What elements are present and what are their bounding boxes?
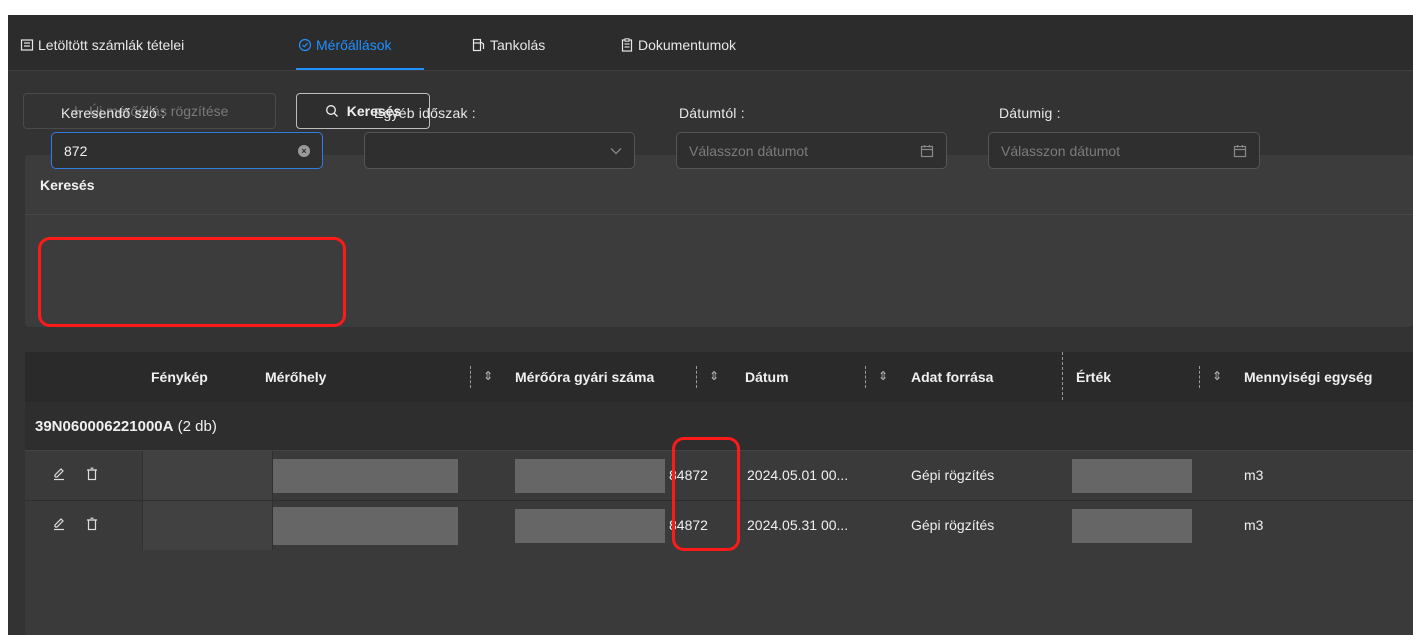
highlight-keyword-box — [38, 237, 346, 327]
date-from-placeholder: Válasszon dátumot — [689, 142, 809, 159]
edit-icon[interactable] — [52, 467, 66, 481]
group-label: 39N060006221000A (2 db) — [35, 418, 217, 435]
date-from-input[interactable]: Válasszon dátumot — [676, 132, 947, 169]
col-header-serial[interactable]: Mérőóra gyári száma — [515, 369, 654, 385]
source-cell: Gépi rögzítés — [911, 467, 995, 483]
redacted-location — [273, 459, 458, 493]
app-window: Letöltött számlák tételei Mérőállások Ta… — [8, 15, 1413, 635]
tab-label: Tankolás — [490, 37, 546, 53]
clear-icon[interactable]: × — [298, 144, 310, 157]
calendar-icon — [920, 144, 934, 157]
tab-label: Dokumentumok — [638, 37, 737, 53]
source-cell: Gépi rögzítés — [911, 517, 995, 533]
calendar-icon — [1233, 144, 1247, 157]
keyword-label: Keresendő szó : — [61, 105, 166, 121]
highlight-serial-match-box — [672, 437, 740, 551]
sort-icon[interactable]: ⇕ — [878, 369, 888, 383]
fuel-icon — [472, 38, 485, 52]
unit-cell: m3 — [1244, 467, 1264, 483]
invoice-list-icon — [20, 39, 34, 51]
tab-documents[interactable]: Dokumentumok — [620, 33, 736, 57]
keyword-input[interactable]: 872 × — [51, 132, 323, 169]
sort-icon[interactable]: ⇕ — [1212, 369, 1222, 383]
date-cell: 2024.05.31 00... — [747, 517, 849, 533]
col-header-source: Adat forrása — [911, 369, 994, 385]
keyword-value: 872 — [64, 142, 88, 159]
table-empty-area — [25, 550, 1413, 635]
photo-cell — [142, 451, 273, 500]
date-to-placeholder: Válasszon dátumot — [1001, 142, 1121, 159]
date-from-label: Dátumtól : — [679, 105, 745, 121]
date-cell: 2024.05.01 00... — [747, 467, 849, 483]
tab-meter-readings[interactable]: Mérőállások — [298, 33, 391, 57]
date-to-input[interactable]: Válasszon dátumot — [988, 132, 1260, 169]
redacted-value — [1072, 459, 1192, 493]
period-label: Egyéb időszak : — [374, 105, 476, 121]
photo-cell — [142, 501, 273, 550]
sort-icon[interactable]: ⇕ — [709, 369, 719, 383]
tab-bar: Letöltött számlák tételei Mérőállások Ta… — [8, 15, 1413, 71]
search-icon — [325, 105, 338, 117]
table-header: Fénykép Mérőhely ⇕ Mérőóra gyári száma ⇕… — [25, 352, 1413, 402]
redacted-value — [1072, 509, 1192, 543]
tab-label: Mérőállások — [316, 37, 392, 53]
chevron-down-icon — [610, 147, 622, 154]
col-header-location[interactable]: Mérőhely — [265, 369, 326, 385]
trash-icon[interactable] — [85, 517, 99, 531]
col-header-unit: Mennyiségi egység — [1244, 369, 1373, 385]
document-icon — [621, 38, 633, 52]
col-header-value[interactable]: Érték — [1076, 369, 1111, 385]
tab-fueling[interactable]: Tankolás — [472, 33, 545, 57]
tab-label: Letöltött számlák tételei — [38, 37, 185, 53]
sort-icon[interactable]: ⇕ — [483, 369, 493, 383]
period-select[interactable] — [364, 132, 635, 169]
col-header-date[interactable]: Dátum — [745, 369, 789, 385]
redacted-serial — [515, 459, 665, 493]
meter-check-icon — [298, 38, 312, 52]
tab-invoice-items[interactable]: Letöltött számlák tételei — [20, 33, 184, 57]
search-panel-title: Keresés — [40, 177, 95, 193]
redacted-serial — [515, 509, 665, 543]
edit-icon[interactable] — [52, 517, 66, 531]
date-to-label: Dátumig : — [999, 105, 1061, 121]
active-tab-indicator — [296, 68, 424, 70]
col-header-photo: Fénykép — [151, 369, 208, 385]
unit-cell: m3 — [1244, 517, 1264, 533]
trash-icon[interactable] — [85, 467, 99, 481]
redacted-location — [273, 507, 458, 545]
